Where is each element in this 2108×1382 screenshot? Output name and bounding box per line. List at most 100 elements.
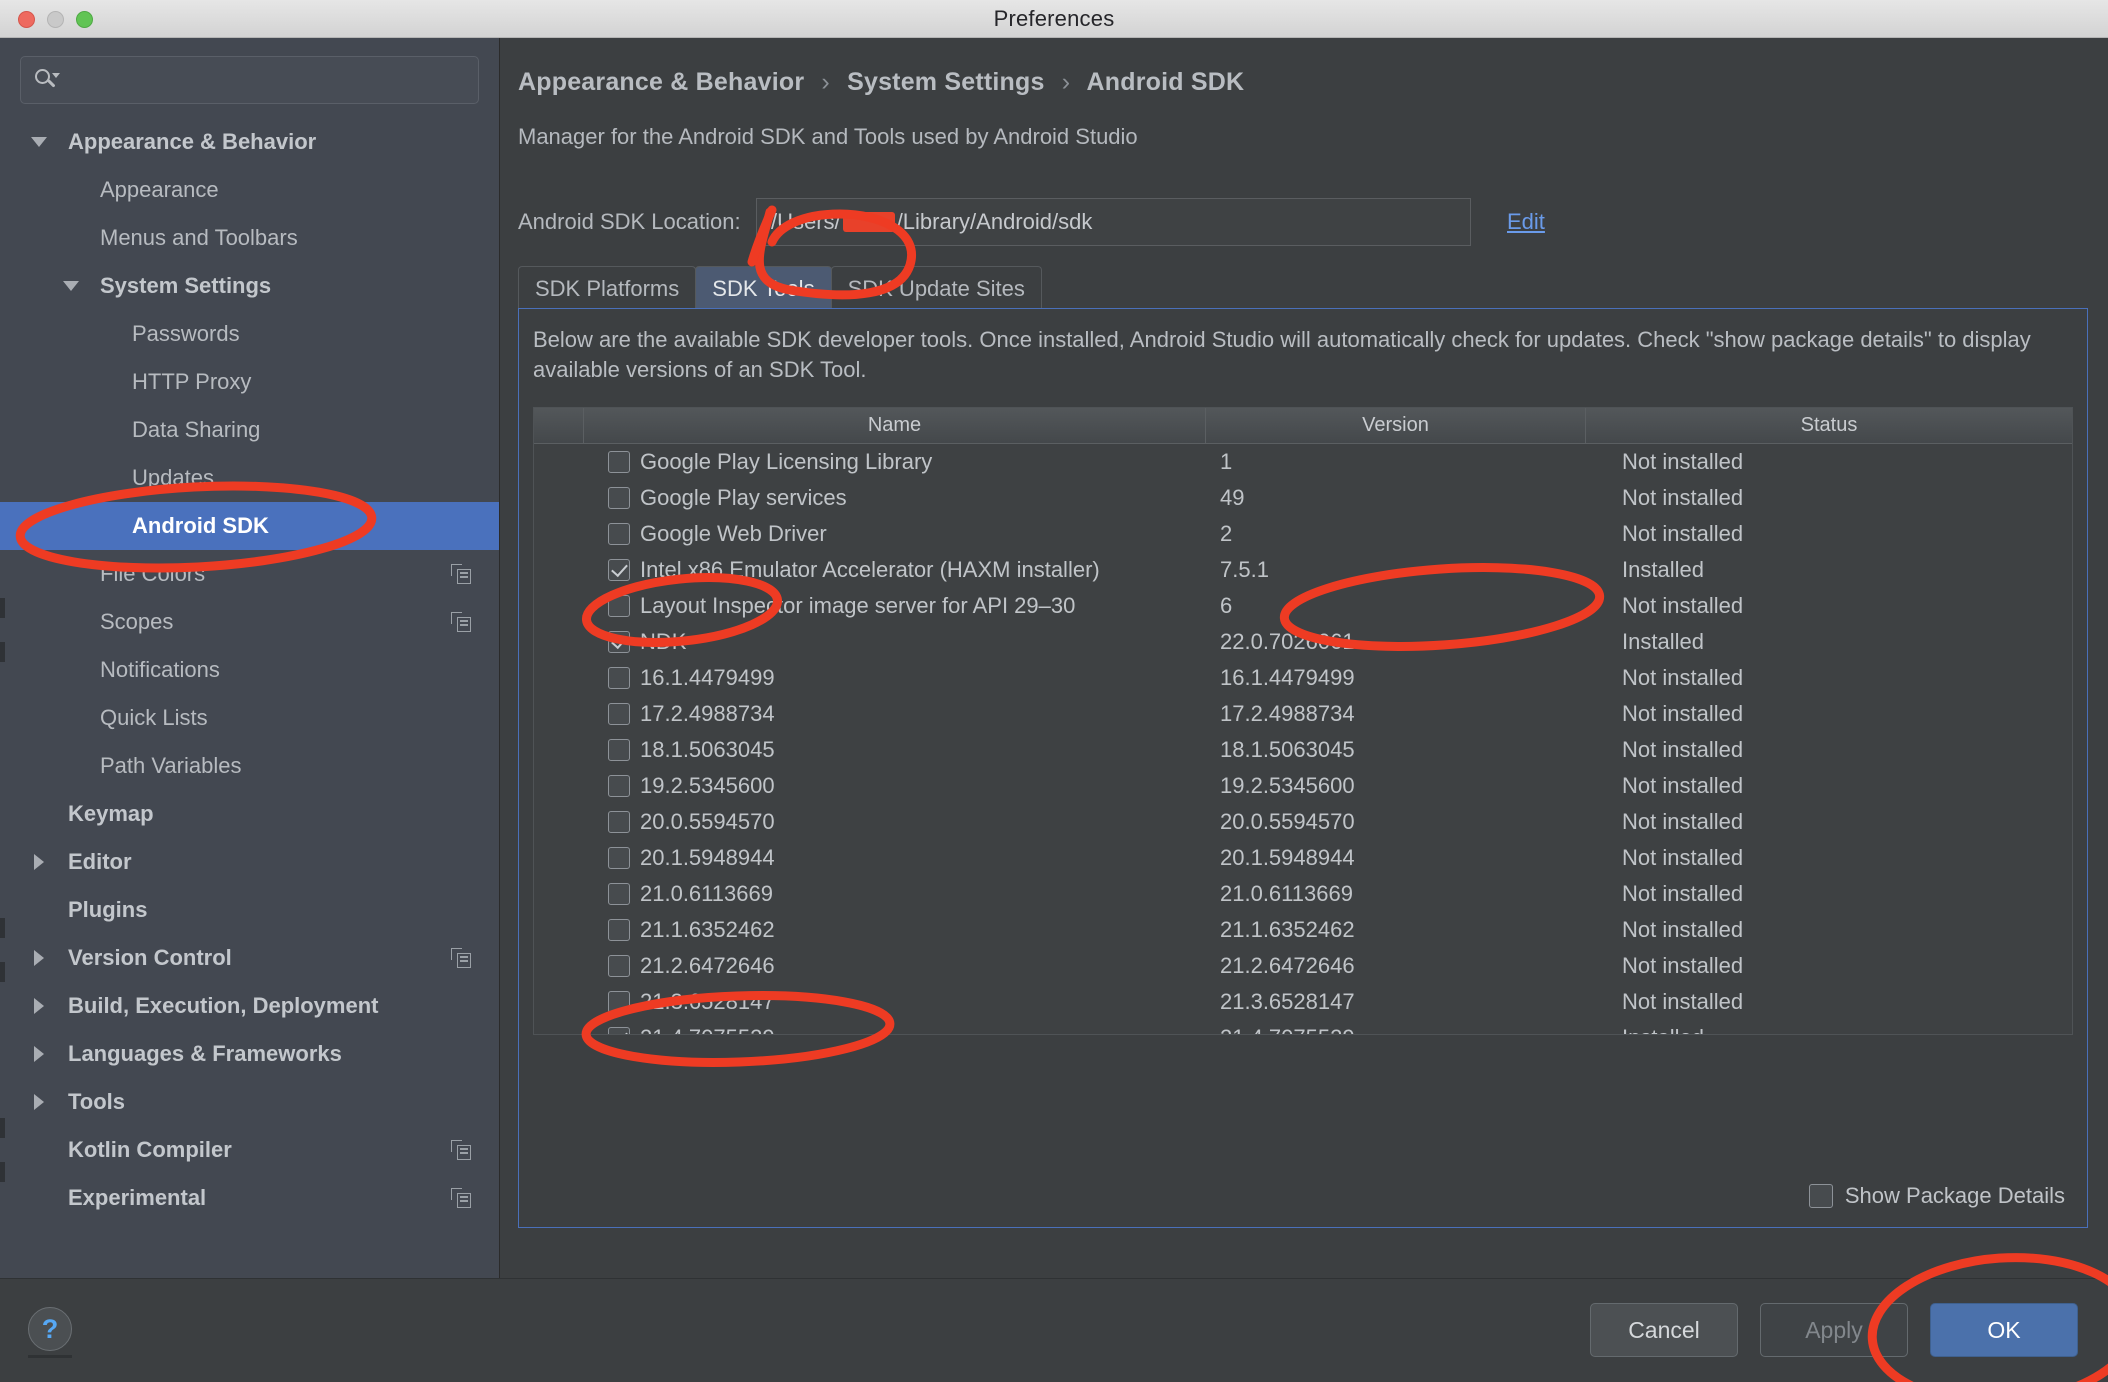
sidebar-item-plugins[interactable]: Plugins [0,886,499,934]
sidebar-item-passwords[interactable]: Passwords [0,310,499,358]
table-row[interactable]: 21.4.707552921.4.7075529Installed [534,1020,2072,1034]
sidebar-item-file-colors[interactable]: File Colors [0,550,499,598]
table-row[interactable]: 21.1.6352462 21.1.6352462 Not installed [534,912,2072,948]
copy-icon[interactable] [451,948,471,968]
sidebar-item-scopes[interactable]: Scopes [0,598,499,646]
sidebar-item-system-settings[interactable]: System Settings [0,262,499,310]
sidebar-item-notifications[interactable]: Notifications [0,646,499,694]
row-checkbox[interactable] [608,775,630,797]
table-row[interactable]: 16.1.4479499 16.1.4479499 Not installed [534,660,2072,696]
column-header-status[interactable]: Status [1586,408,2072,443]
row-checkbox[interactable] [608,919,630,941]
sidebar-item-appearance-behavior[interactable]: Appearance & Behavior [0,118,499,166]
chevron-right-icon[interactable] [28,947,50,969]
sidebar-item-menus-and-toolbars[interactable]: Menus and Toolbars [0,214,499,262]
column-header-checkbox[interactable] [534,408,584,443]
row-checkbox[interactable] [608,487,630,509]
table-row[interactable]: Intel x86 Emulator Accelerator (HAXM ins… [534,552,2072,588]
row-checkbox[interactable] [608,811,630,833]
sidebar-item-quick-lists[interactable]: Quick Lists [0,694,499,742]
show-package-details-label: Show Package Details [1844,1183,2065,1208]
table-row[interactable]: 21.0.6113669 21.0.6113669 Not installed [534,876,2072,912]
copy-icon[interactable] [451,1188,471,1208]
cell-version: 17.2.4988734 [1220,701,1355,726]
apply-button[interactable]: Apply [1760,1303,1908,1357]
copy-icon[interactable] [451,564,471,584]
row-checkbox[interactable] [608,559,630,581]
chevron-right-icon[interactable] [28,851,50,873]
tab-sdk-update-sites[interactable]: SDK Update Sites [830,266,1042,310]
copy-icon[interactable] [451,612,471,632]
ok-button[interactable]: OK [1930,1303,2078,1357]
row-checkbox[interactable] [608,667,630,689]
sdk-location-field[interactable]: /Users/ /Library/Android/sdk [756,198,1471,246]
row-checkbox[interactable] [608,1027,630,1034]
table-row[interactable]: 21.3.6528147 21.3.6528147 Not installed [534,984,2072,1020]
table-row[interactable]: Google Play services 49 Not installed [534,480,2072,516]
chevron-right-icon[interactable] [28,1043,50,1065]
table-row[interactable]: 21.2.6472646 21.2.6472646 Not installed [534,948,2072,984]
chevron-down-icon[interactable] [28,131,50,153]
row-checkbox[interactable] [608,451,630,473]
table-row[interactable]: Layout Inspector image server for API 29… [534,588,2072,624]
row-checkbox[interactable] [608,991,630,1013]
sidebar-item-data-sharing[interactable]: Data Sharing [0,406,499,454]
sidebar-item-android-sdk[interactable]: Android SDK [0,502,499,550]
sidebar-item-appearance[interactable]: Appearance [0,166,499,214]
row-checkbox[interactable] [608,955,630,977]
tab-sdk-tools[interactable]: SDK Tools [695,266,832,310]
row-checkbox[interactable] [608,523,630,545]
copy-icon[interactable] [451,1140,471,1160]
row-checkbox[interactable] [608,883,630,905]
edit-sdk-location-link[interactable]: Edit [1507,209,1545,235]
table-row[interactable]: 20.1.5948944 20.1.5948944 Not installed [534,840,2072,876]
cell-status: Not installed [1622,701,1744,726]
sidebar-item-experimental[interactable]: Experimental [0,1174,499,1222]
breadcrumb-item-0[interactable]: Appearance & Behavior [518,68,804,96]
chevron-right-icon[interactable] [28,995,50,1017]
sidebar-item-version-control[interactable]: Version Control [0,934,499,982]
row-checkbox[interactable] [608,739,630,761]
sidebar-item-kotlin-compiler[interactable]: Kotlin Compiler [0,1126,499,1174]
minimize-button[interactable] [47,11,64,28]
sidebar-item-editor[interactable]: Editor [0,838,499,886]
breadcrumb-item-1[interactable]: System Settings [847,68,1045,96]
table-row[interactable]: 19.2.5345600 19.2.5345600 Not installed [534,768,2072,804]
table-row[interactable]: 20.0.5594570 20.0.5594570 Not installed [534,804,2072,840]
table-row[interactable]: Google Play Licensing Library 1 Not instal… [534,444,2072,480]
sidebar-item-label: Updates [132,465,214,490]
close-button[interactable] [18,11,35,28]
help-icon[interactable]: ? [28,1307,72,1351]
row-checkbox[interactable] [608,631,630,653]
sidebar-item-updates[interactable]: Updates [0,454,499,502]
chevron-right-icon[interactable] [28,1091,50,1113]
column-header-version[interactable]: Version [1206,408,1586,443]
table-row[interactable]: 17.2.4988734 17.2.4988734 Not installed [534,696,2072,732]
sidebar-item-keymap[interactable]: Keymap [0,790,499,838]
sidebar-item-label: Appearance [100,177,219,202]
search-input[interactable] [65,69,466,91]
sidebar-item-tools[interactable]: Tools [0,1078,499,1126]
show-package-details-row[interactable]: Show Package Details [1808,1183,2065,1209]
package-name: 21.1.6352462 [640,917,775,942]
package-name: Layout Inspector image server for API 29… [640,593,1076,618]
sidebar-item-http-proxy[interactable]: HTTP Proxy [0,358,499,406]
table-row[interactable]: NDK 22.0.7026061 Installed [534,624,2072,660]
table-row[interactable]: Google Web Driver 2 Not installed [534,516,2072,552]
zoom-button[interactable] [76,11,93,28]
cancel-button[interactable]: Cancel [1590,1303,1738,1357]
column-header-name[interactable]: Name [584,408,1206,443]
row-checkbox[interactable] [608,703,630,725]
row-checkbox[interactable] [608,847,630,869]
sidebar-item-path-variables[interactable]: Path Variables [0,742,499,790]
table-row[interactable]: 18.1.5063045 18.1.5063045 Not installed [534,732,2072,768]
tab-sdk-platforms[interactable]: SDK Platforms [518,266,697,310]
chevron-down-icon[interactable] [60,275,82,297]
sidebar-item-label: File Colors [100,561,206,586]
sidebar-item-languages-frameworks[interactable]: Languages & Frameworks [0,1030,499,1078]
show-package-details-checkbox[interactable] [1808,1184,1833,1208]
row-checkbox[interactable] [608,595,630,617]
settings-sidebar: Appearance & Behavior Appearance Menus and… [0,38,500,1278]
sidebar-item-build-execution-deployment[interactable]: Build, Execution, Deployment [0,982,499,1030]
search-box[interactable] [20,56,479,104]
